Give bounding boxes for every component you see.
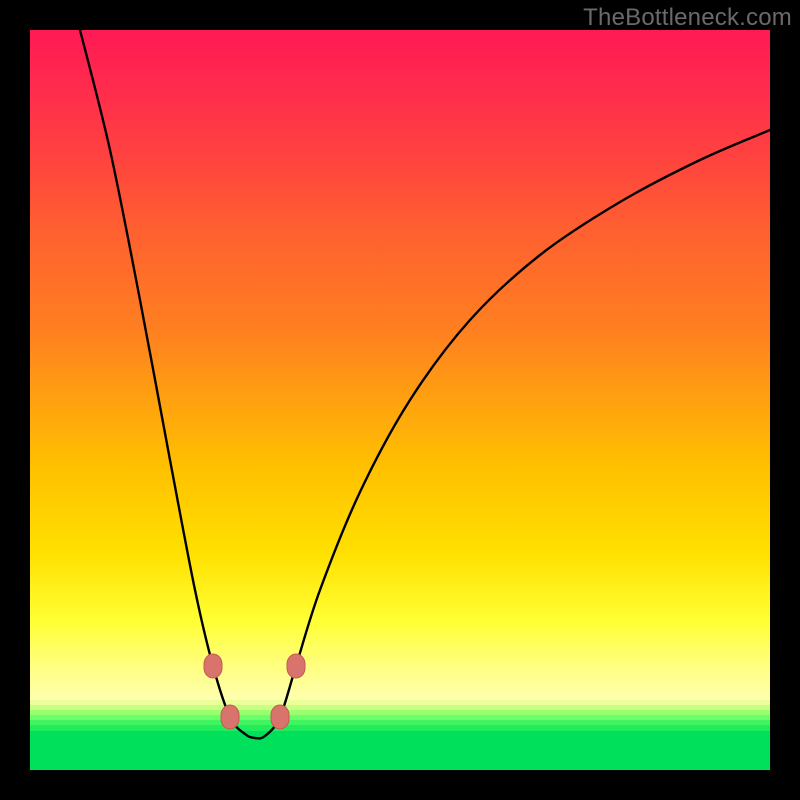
plot-area xyxy=(30,30,770,770)
curve-layer xyxy=(30,30,770,770)
curve-marker-right-lower xyxy=(271,705,289,729)
attribution-text: TheBottleneck.com xyxy=(583,4,792,32)
curve-marker-right-upper xyxy=(287,654,305,678)
curve-marker-left-upper xyxy=(204,654,222,678)
bottleneck-curve xyxy=(80,30,770,738)
curve-markers xyxy=(204,654,305,729)
curve-marker-left-lower xyxy=(221,705,239,729)
